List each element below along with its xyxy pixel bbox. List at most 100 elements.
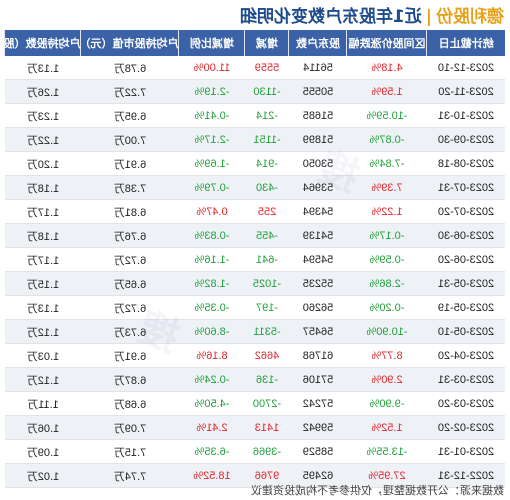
table-cell-holders: 57242 xyxy=(289,391,347,416)
table-cell-value: 7.15万 xyxy=(81,439,179,464)
table-cell-value: 6.91万 xyxy=(81,343,179,368)
table-cell-ratio: -2.17% xyxy=(179,127,245,152)
table-cell-value: 6.81万 xyxy=(81,199,179,224)
table-cell-holders: 53050 xyxy=(289,151,347,176)
table-body: 2023-12-10 4.18% 56114 5559 11.00% 6.78万 1.13万… xyxy=(5,56,505,488)
table-row: 2023-09-30 -0.87% 51899 -1151 -2.17% 7.00万 1.2… xyxy=(5,127,505,152)
table-cell-date: 2023-03-20 xyxy=(427,391,505,416)
table-cell-delta: -1130 xyxy=(245,79,289,104)
table-cell-holders: 58529 xyxy=(289,439,347,464)
table-cell-shares: 1.06万 xyxy=(5,415,81,440)
table-row: 2023-08-18 -7.84% 53050 -914 -1.69% 6.91万 1.20… xyxy=(5,151,505,176)
table-cell-delta: -430 xyxy=(245,175,289,200)
table-cell-shares: 1.22万 xyxy=(5,127,81,152)
table-cell-chg: 1.22% xyxy=(347,199,427,224)
table-cell-ratio: 11.00% xyxy=(179,56,245,80)
table-row: 2023-02-20 1.52% 59942 1413 2.41% 7.09万 1.06万 xyxy=(5,415,505,440)
table-cell-ratio: -1.69% xyxy=(179,151,245,176)
page-title: 德利股份|近1年股东户数变化明细 xyxy=(240,2,504,27)
table-cell-value: 6.87万 xyxy=(81,367,179,392)
table-cell-shares: 1.17万 xyxy=(5,199,81,224)
table-cell-delta: 1413 xyxy=(245,415,289,440)
table-cell-shares: 1.12万 xyxy=(5,367,81,392)
table-cell-delta: 255 xyxy=(245,199,289,224)
table-cell-ratio: 18.52% xyxy=(179,463,245,488)
table-cell-chg: -13.55% xyxy=(347,439,427,464)
table-cell-shares: 1.26万 xyxy=(5,79,81,104)
table-cell-shares: 1.17万 xyxy=(5,247,81,272)
table-cell-delta: -3966 xyxy=(245,439,289,464)
table-cell-shares: 1.02万 xyxy=(5,463,81,488)
table-cell-date: 2023-02-20 xyxy=(427,415,505,440)
table-cell-shares: 1.23万 xyxy=(5,103,81,128)
table-cell-delta: 5559 xyxy=(245,56,289,80)
table-cell-date: 2023-03-31 xyxy=(427,367,505,392)
mirrored-screenshot: 德利股份|近1年股东户数变化明细 统计截止日 区间股价涨跌幅 股东户数 增减 增减比例户… xyxy=(0,0,510,500)
table-cell-shares: 1.13万 xyxy=(5,295,81,320)
table-cell-shares: 1.15万 xyxy=(5,271,81,296)
table-cell-date: 2023-05-19 xyxy=(427,295,505,320)
table-row: 2023-05-31 -2.86% 55235 -1025 -1.82% 6.65万 1.1… xyxy=(5,271,505,296)
table-cell-value: 7.00万 xyxy=(81,127,179,152)
table-cell-delta: -2700 xyxy=(245,391,289,416)
table-cell-chg: 7.39% xyxy=(347,175,427,200)
table-cell-delta: -197 xyxy=(245,295,289,320)
table-cell-chg: -10.90% xyxy=(347,319,427,344)
table-cell-shares: 1.12万 xyxy=(5,319,81,344)
table-cell-chg: 2.90% xyxy=(347,367,427,392)
table-cell-chg: -0.87% xyxy=(347,127,427,152)
table-row: 2023-05-19 -0.20% 56260 -197 -0.35% 6.72万 1.13… xyxy=(5,295,505,320)
table-cell-date: 2023-11-20 xyxy=(427,79,505,104)
table-cell-ratio: -6.35% xyxy=(179,439,245,464)
table-cell-ratio: 2.41% xyxy=(179,415,245,440)
table-cell-holders: 57106 xyxy=(289,367,347,392)
table-cell-value: 7.09万 xyxy=(81,415,179,440)
table-cell-shares: 1.18万 xyxy=(5,175,81,200)
table-cell-chg: 1.52% xyxy=(347,415,427,440)
title-separator: | xyxy=(425,7,432,27)
table-cell-value: 6.72万 xyxy=(81,295,179,320)
table-row: 2023-04-20 8.77% 61768 4662 8.16% 6.91万 1.03万 xyxy=(5,343,505,368)
table-cell-date: 2023-09-30 xyxy=(427,127,505,152)
table-cell-shares: 1.13万 xyxy=(5,56,81,80)
table-cell-delta: -5311 xyxy=(245,319,289,344)
table-cell-holders: 51685 xyxy=(289,103,347,128)
table-cell-shares: 1.11万 xyxy=(5,391,81,416)
table-cell-shares: 1.20万 xyxy=(5,151,81,176)
table-cell-holders: 61768 xyxy=(289,343,347,368)
table-cell-ratio: -0.35% xyxy=(179,295,245,320)
table-row: 2023-01-31 -13.55% 58529 -3966 -6.35% 7.15万 1.… xyxy=(5,439,505,464)
table-cell-chg: -2.86% xyxy=(347,271,427,296)
table-cell-holders: 59942 xyxy=(289,415,347,440)
table-cell-date: 2023-05-10 xyxy=(427,319,505,344)
table-row: 2023-11-20 1.59% 50555 -1130 -2.19% 7.22万 1.26… xyxy=(5,79,505,104)
table-cell-date: 2023-10-31 xyxy=(427,103,505,128)
table-cell-ratio: -8.60% xyxy=(179,319,245,344)
table-cell-chg: -9.90% xyxy=(347,391,427,416)
table-cell-value: 6.73万 xyxy=(81,319,179,344)
table-cell-ratio: -4.50% xyxy=(179,391,245,416)
title-text: 近1年股东户数变化明细 xyxy=(239,7,422,27)
table-cell-holders: 54139 xyxy=(289,223,347,248)
table-cell-value: 7.38万 xyxy=(81,175,179,200)
table-cell-ratio: 8.16% xyxy=(179,343,245,368)
table-cell-ratio: -0.79% xyxy=(179,175,245,200)
table-cell-ratio: 0.47% xyxy=(179,199,245,224)
table-row: 2023-12-10 4.18% 56114 5559 11.00% 6.78万 1.13万 xyxy=(5,56,505,80)
table-cell-delta: 4662 xyxy=(245,343,289,368)
column-header: 增减比例 xyxy=(179,30,245,56)
table-cell-delta: -1151 xyxy=(245,127,289,152)
table-cell-chg: 4.18% xyxy=(347,56,427,80)
data-source-note: 数据来源：公开数据整理，仅供参考不构成投资建议 xyxy=(251,484,504,497)
table-cell-value: 6.78万 xyxy=(81,56,179,80)
table-cell-chg: -0.59% xyxy=(347,247,427,272)
table-cell-date: 2023-07-31 xyxy=(427,175,505,200)
table-cell-chg: -10.59% xyxy=(347,103,427,128)
shareholder-table: 统计截止日 区间股价涨跌幅 股东户数 增减 增减比例 户均持股市值（元） 户均持股数（股） … xyxy=(0,30,505,488)
table-cell-delta: -914 xyxy=(245,151,289,176)
column-header: 户均持股数（股） xyxy=(0,30,81,56)
column-header: 股东户数 xyxy=(289,30,347,56)
table-cell-date: 2023-06-30 xyxy=(427,223,505,248)
table-cell-value: 6.76万 xyxy=(81,223,179,248)
table-cell-holders: 56260 xyxy=(289,295,347,320)
